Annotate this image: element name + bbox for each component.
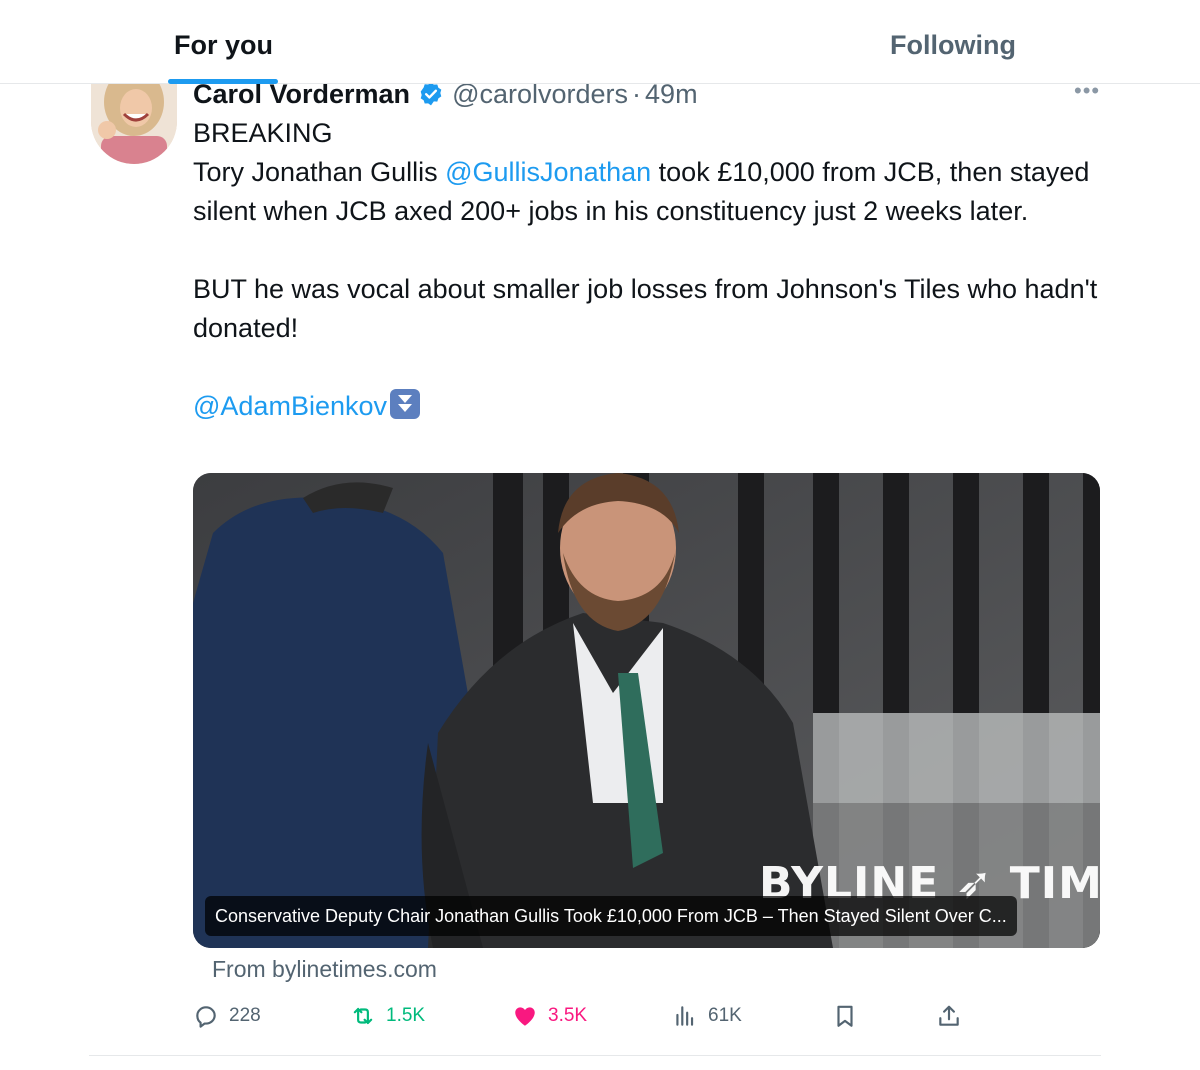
verified-badge-icon: [420, 84, 442, 106]
avatar-image: [91, 84, 177, 164]
avatar[interactable]: [91, 84, 177, 164]
tweet[interactable]: Carol Vorderman @carolvorders · 49m ••• …: [0, 84, 1200, 1056]
views-count: 61K: [708, 1005, 742, 1026]
author-name[interactable]: Carol Vorderman: [193, 84, 410, 110]
views-button[interactable]: 61K: [672, 998, 742, 1034]
more-icon[interactable]: •••: [1074, 84, 1100, 104]
views-icon: [676, 1006, 694, 1026]
reply-count: 228: [229, 1005, 261, 1026]
tweet-line-breaking: BREAKING: [193, 118, 333, 148]
share-icon: [939, 1005, 959, 1026]
tweet-divider: [89, 1055, 1101, 1056]
bookmark-button[interactable]: [832, 998, 858, 1034]
link-card[interactable]: BYLINE ➶ TIMES Conservative Deputy Chair…: [193, 473, 1100, 948]
reply-icon: [196, 1006, 216, 1028]
bookmark-icon: [837, 1005, 853, 1027]
card-source[interactable]: From bylinetimes.com: [212, 956, 437, 983]
repost-count: 1.5K: [386, 1005, 426, 1026]
like-button[interactable]: 3.5K: [512, 998, 587, 1034]
tweet-paragraph-2: BUT he was vocal about smaller job losse…: [193, 274, 1098, 343]
tweet-paragraph-1: Tory Jonathan Gullis @GullisJonathan too…: [193, 153, 1113, 231]
tweet-time[interactable]: 49m: [645, 84, 698, 110]
tweet-text: BREAKING Tory Jonathan Gullis @GullisJon…: [193, 114, 1113, 426]
tab-following[interactable]: Following: [890, 30, 1016, 61]
repost-icon: [353, 1007, 373, 1025]
tweet-paragraph-1-prefix: Tory Jonathan Gullis: [193, 157, 446, 187]
tweet-actions: 228 1.5K 3.5K 61K: [0, 998, 1200, 1038]
down-arrows-emoji-icon: [390, 389, 420, 419]
like-count: 3.5K: [548, 1005, 588, 1026]
timeline-tabs: For you Following: [0, 0, 1200, 84]
tweet-header: Carol Vorderman @carolvorders · 49m: [193, 84, 698, 114]
like-icon: [515, 1007, 535, 1026]
mention-bienkov[interactable]: @AdamBienkov: [193, 391, 387, 421]
tweet-paragraph-3: @AdamBienkov: [193, 387, 1113, 426]
share-button[interactable]: [936, 998, 962, 1034]
author-handle[interactable]: @carolvorders: [452, 84, 628, 110]
header-separator: ·: [632, 84, 642, 109]
repost-button[interactable]: 1.5K: [350, 998, 425, 1034]
card-caption[interactable]: Conservative Deputy Chair Jonathan Gulli…: [205, 896, 1017, 936]
reply-button[interactable]: 228: [193, 998, 261, 1034]
mention-gullis[interactable]: @GullisJonathan: [445, 157, 651, 187]
tab-for-you[interactable]: For you: [174, 30, 273, 61]
